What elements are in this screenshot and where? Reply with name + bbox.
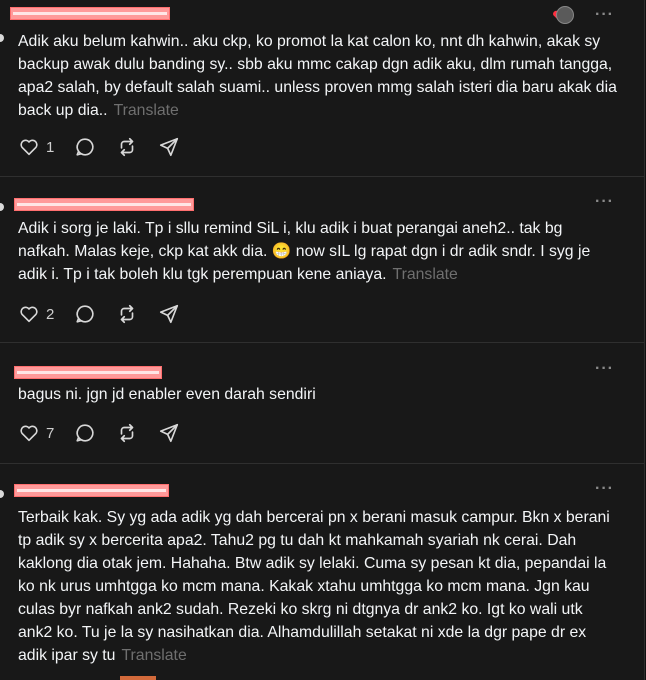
- like-button[interactable]: 2: [18, 303, 54, 325]
- replies-panel: ··· Adik aku belum kahwin.. aku ckp, ko …: [0, 0, 645, 680]
- repost-icon: [121, 304, 134, 324]
- share-send-icon: [160, 137, 179, 157]
- like-button[interactable]: 1: [18, 136, 54, 158]
- post-actions: 2: [18, 302, 180, 326]
- share-send-icon: [160, 423, 179, 443]
- share-button[interactable]: [158, 422, 180, 444]
- share-button[interactable]: [158, 303, 180, 325]
- avatar[interactable]: [0, 34, 4, 42]
- avatar[interactable]: [0, 490, 4, 498]
- like-count: 2: [46, 305, 55, 323]
- reply-post-2: ··· Adik i sorg je laki. Tp i sllu remin…: [0, 177, 644, 342]
- like-count: 7: [46, 424, 55, 442]
- more-options-icon[interactable]: ···: [595, 193, 614, 211]
- reply-post-4: ··· Terbaik kak. Sy yg ada adik yg dah b…: [0, 464, 644, 680]
- repost-button[interactable]: [116, 422, 138, 444]
- translate-link[interactable]: Translate: [393, 266, 458, 283]
- post-actions: 7: [18, 421, 180, 445]
- reply-post-3: ··· bagus ni. jgn jd enabler even darah …: [0, 343, 644, 463]
- post-text: bagus ni. jgn jd enabler even darah send…: [18, 386, 316, 403]
- share-send-icon: [160, 304, 179, 324]
- reply-button[interactable]: [74, 136, 96, 158]
- redacted-username: [10, 7, 170, 20]
- reply-button[interactable]: [74, 303, 96, 325]
- more-options-icon[interactable]: ···: [595, 480, 614, 498]
- more-options-icon[interactable]: ···: [595, 6, 614, 24]
- post-actions: 1: [18, 135, 180, 159]
- reply-post-1: ··· Adik aku belum kahwin.. aku ckp, ko …: [0, 0, 644, 176]
- post-text: Adik aku belum kahwin.. aku ckp, ko prom…: [18, 33, 617, 119]
- repost-icon: [121, 423, 134, 443]
- heart-icon: [20, 139, 38, 156]
- reply-bubble-icon: [76, 305, 94, 323]
- redacted-username: [14, 198, 194, 211]
- heart-icon: [20, 425, 38, 442]
- avatar[interactable]: [0, 203, 4, 211]
- repost-button[interactable]: [116, 136, 138, 158]
- active-tab-indicator: [120, 676, 156, 680]
- post-text: Terbaik kak. Sy yg ada adik yg dah berce…: [18, 509, 610, 664]
- share-button[interactable]: [158, 136, 180, 158]
- translate-link[interactable]: Translate: [121, 647, 186, 664]
- reply-button[interactable]: [74, 422, 96, 444]
- repost-icon: [121, 137, 134, 157]
- reply-bubble-icon: [76, 424, 94, 442]
- like-count: 1: [46, 138, 55, 156]
- like-button[interactable]: 7: [18, 422, 54, 444]
- redacted-username: [14, 366, 162, 379]
- heart-icon: [20, 306, 38, 323]
- translate-link[interactable]: Translate: [114, 102, 179, 119]
- post-text: Adik i sorg je laki. Tp i sllu remind Si…: [18, 220, 591, 283]
- reply-bubble-icon: [76, 138, 94, 156]
- repost-button[interactable]: [116, 303, 138, 325]
- author-avatar[interactable]: [556, 6, 574, 24]
- redacted-username: [14, 484, 169, 497]
- more-options-icon[interactable]: ···: [595, 360, 614, 378]
